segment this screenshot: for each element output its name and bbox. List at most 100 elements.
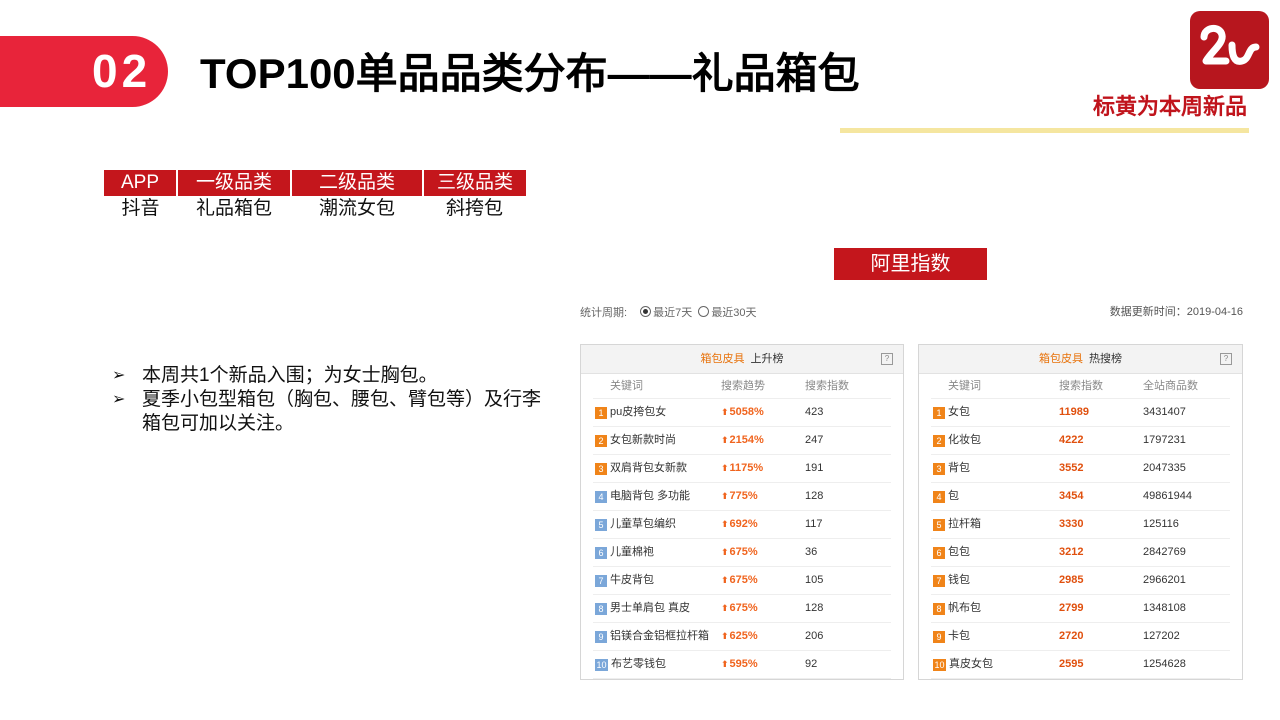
keyword-cell[interactable]: 3 双肩背包女新款 (595, 455, 687, 482)
keyword-link[interactable]: 女包 (948, 406, 970, 418)
rank-badge: 5 (595, 519, 607, 531)
trend-up-icon: ⬆ (721, 575, 729, 585)
trend-value: 692% (729, 518, 758, 530)
keyword-cell[interactable]: 5 儿童草包编织 (595, 511, 676, 538)
table-row: 4 电脑背包 多功能 ⬆775% 128 (593, 483, 891, 511)
keyword-cell[interactable]: 5 拉杆箱 (933, 511, 981, 538)
keyword-cell[interactable]: 2 化妆包 (933, 427, 981, 454)
index-value: 128 (805, 602, 824, 614)
index-value: 105 (805, 574, 824, 586)
index-value: 2720 (1059, 630, 1084, 642)
keyword-link[interactable]: 化妆包 (948, 434, 981, 446)
rank-badge: 1 (933, 407, 945, 419)
table-row: 5 拉杆箱 3330 125116 (931, 511, 1230, 539)
ali-index-label: 阿里指数 (834, 248, 987, 280)
keyword-cell[interactable]: 10 布艺零钱包 (595, 651, 666, 678)
keyword-cell[interactable]: 6 儿童棉袍 (595, 539, 654, 566)
table-row: 4 包 3454 49861944 (931, 483, 1230, 511)
index-value: 2985 (1059, 574, 1084, 586)
keyword-cell[interactable]: 9 铝镁合金铝框拉杆箱 (595, 623, 709, 650)
table-row: 9 卡包 2720 127202 (931, 623, 1230, 651)
hot-panel-category[interactable]: 箱包皮具 (1039, 353, 1083, 365)
keyword-cell[interactable]: 7 钱包 (933, 567, 970, 594)
keyword-link[interactable]: 男士单肩包 真皮 (610, 602, 690, 614)
trend-value: 675% (729, 546, 758, 558)
rank-badge: 4 (933, 491, 945, 503)
keyword-cell[interactable]: 3 背包 (933, 455, 970, 482)
keyword-cell[interactable]: 10 真皮女包 (933, 651, 993, 678)
keyword-link[interactable]: 钱包 (948, 574, 970, 586)
table-row: 7 钱包 2985 2966201 (931, 567, 1230, 595)
keyword-link[interactable]: 牛皮背包 (610, 574, 654, 586)
rising-column-headers: 关键词 搜索趋势 搜索指数 (593, 374, 891, 399)
trend-cell: ⬆675% (721, 595, 758, 622)
trend-up-icon: ⬆ (721, 407, 729, 417)
radio-7-days-label[interactable]: 最近7天 (653, 307, 692, 319)
keyword-cell[interactable]: 8 男士单肩包 真皮 (595, 595, 690, 622)
keyword-cell[interactable]: 9 卡包 (933, 623, 970, 650)
product-count-value: 1797231 (1143, 434, 1186, 446)
keyword-link[interactable]: 布艺零钱包 (611, 658, 666, 670)
index-value: 11989 (1059, 406, 1089, 418)
keyword-link[interactable]: 双肩背包女新款 (610, 462, 687, 474)
category-value-app: 抖音 (121, 198, 160, 219)
hot-panel: 箱包皮具 热搜榜 ? 关键词 搜索指数 全站商品数 1 女包 11989 3431407… (918, 344, 1243, 680)
keyword-link[interactable]: 拉杆箱 (948, 518, 981, 530)
table-row: 3 双肩背包女新款 ⬆1175% 191 (593, 455, 891, 483)
keyword-cell[interactable]: 6 包包 (933, 539, 970, 566)
keyword-link[interactable]: 包 (948, 490, 959, 502)
keyword-link[interactable]: 背包 (948, 462, 970, 474)
keyword-cell[interactable]: 4包 (933, 483, 959, 510)
bullet-item: ➢ 本周共1个新品入围；为女士胸包。 (112, 364, 552, 388)
index-value: 3454 (1059, 490, 1084, 502)
rank-badge: 3 (595, 463, 607, 475)
rank-badge: 9 (595, 631, 607, 643)
keyword-link[interactable]: pu皮挎包女 (610, 406, 666, 418)
rank-badge: 7 (933, 575, 945, 587)
radio-30-days[interactable] (698, 306, 710, 317)
table-row: 1 女包 11989 3431407 (931, 399, 1230, 427)
trend-value: 1175% (729, 462, 764, 474)
bullet-list: ➢ 本周共1个新品入围；为女士胸包。 ➢ 夏季小包型箱包（胸包、腰包、臂包等）及… (112, 364, 552, 436)
keyword-cell[interactable]: 4 电脑背包 多功能 (595, 483, 690, 510)
keyword-cell[interactable]: 1 女包 (933, 399, 970, 426)
keyword-link[interactable]: 帆布包 (948, 602, 981, 614)
index-value: 36 (805, 546, 818, 558)
keyword-link[interactable]: 真皮女包 (949, 658, 993, 670)
product-count-value: 2047335 (1143, 462, 1186, 474)
keyword-link[interactable]: 电脑背包 多功能 (610, 490, 690, 502)
trend-up-icon: ⬆ (721, 463, 729, 473)
section-number: 02 (92, 45, 152, 97)
trend-cell: ⬆675% (721, 539, 758, 566)
rank-badge: 8 (933, 603, 945, 615)
keyword-cell[interactable]: 1 pu皮挎包女 (595, 399, 666, 426)
index-value: 247 (805, 434, 824, 446)
table-row: 8 男士单肩包 真皮 ⬆675% 128 (593, 595, 891, 623)
rising-panel-header: 箱包皮具 上升榜 ? (581, 345, 903, 374)
keyword-cell[interactable]: 2 女包新款时尚 (595, 427, 676, 454)
index-value: 191 (805, 462, 824, 474)
keyword-link[interactable]: 铝镁合金铝框拉杆箱 (610, 630, 709, 642)
help-icon[interactable]: ? (881, 353, 893, 365)
index-value: 206 (805, 630, 824, 642)
hot-panel-title: 热搜榜 (1089, 353, 1122, 365)
keyword-cell[interactable]: 7 牛皮背包 (595, 567, 654, 594)
index-value: 2595 (1059, 658, 1084, 670)
radio-7-days[interactable] (640, 306, 652, 317)
trend-up-icon: ⬆ (721, 659, 729, 669)
keyword-link[interactable]: 卡包 (948, 630, 970, 642)
keyword-cell[interactable]: 8 帆布包 (933, 595, 981, 622)
trend-up-icon: ⬆ (721, 435, 729, 445)
trend-value: 2154% (729, 434, 764, 446)
keyword-link[interactable]: 包包 (948, 546, 970, 558)
table-row: 6 包包 3212 2842769 (931, 539, 1230, 567)
keyword-link[interactable]: 儿童草包编织 (610, 518, 676, 530)
trend-up-icon: ⬆ (721, 519, 729, 529)
keyword-link[interactable]: 女包新款时尚 (610, 434, 676, 446)
keyword-link[interactable]: 儿童棉袍 (610, 546, 654, 558)
rising-panel-category[interactable]: 箱包皮具 (701, 353, 745, 365)
help-icon[interactable]: ? (1220, 353, 1232, 365)
trend-up-icon: ⬆ (721, 631, 729, 641)
radio-30-days-label[interactable]: 最近30天 (711, 307, 756, 319)
trend-cell: ⬆1175% (721, 455, 763, 482)
